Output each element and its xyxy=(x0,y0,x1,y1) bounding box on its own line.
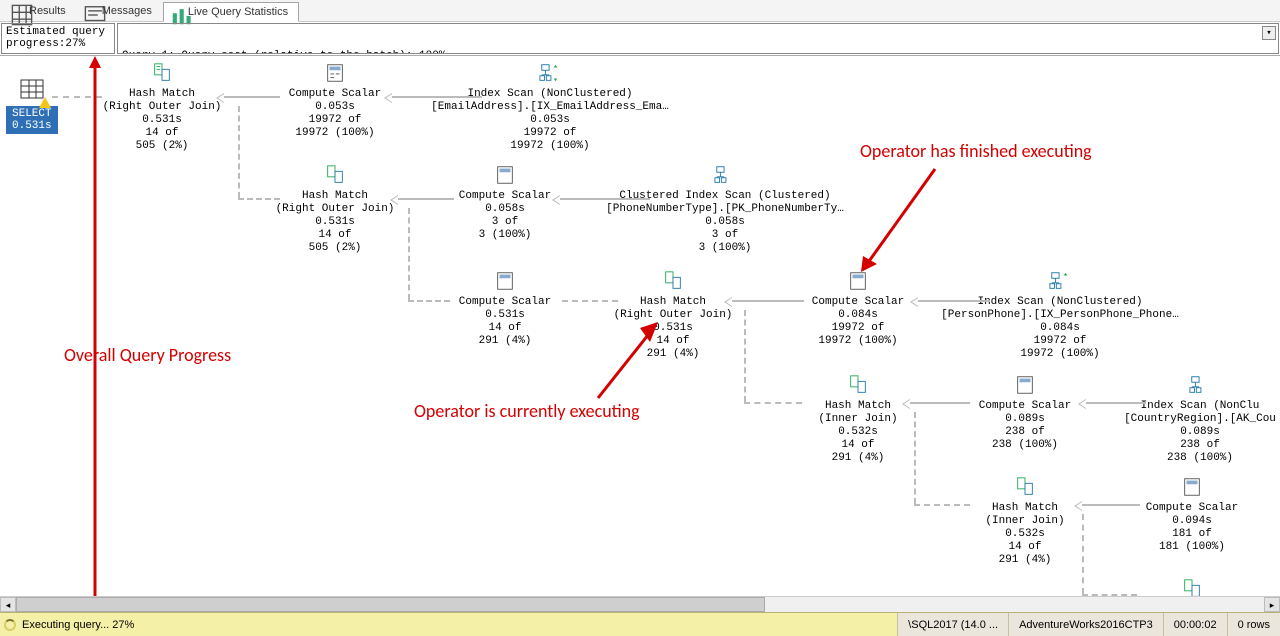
connector xyxy=(744,402,802,404)
connector xyxy=(562,300,618,302)
status-rows: 0 rows xyxy=(1227,613,1280,636)
scroll-thumb[interactable] xyxy=(16,597,765,612)
op-compute-scalar-5[interactable]: Compute Scalar0.089s238 of238 (100%) xyxy=(935,374,1115,452)
connector xyxy=(392,96,482,98)
compute-scalar-icon xyxy=(494,164,516,186)
index-scan-icon xyxy=(1189,374,1211,396)
query-text-box: Query 1: Query cost (relative to the bat… xyxy=(117,23,1279,54)
status-server: \SQL2017 (14.0 ... xyxy=(897,613,1008,636)
op-index-scan-2[interactable]: Index Scan (NonClustered)[PersonPhone].[… xyxy=(940,270,1180,361)
clustered-index-scan-icon xyxy=(714,164,736,186)
connector xyxy=(560,198,650,200)
compute-scalar-icon xyxy=(494,270,516,292)
tab-bar: Results Messages Live Query Statistics xyxy=(0,0,1280,22)
annotation-arrow-finished xyxy=(855,164,945,274)
op-index-scan-3[interactable]: Index Scan (NonClu[CountryRegion].[AK_Co… xyxy=(1110,374,1280,465)
op-index-scan-1[interactable]: Index Scan (NonClustered)[EmailAddress].… xyxy=(430,62,670,153)
compute-scalar-icon xyxy=(1014,374,1036,396)
connector xyxy=(408,208,410,300)
connector xyxy=(1086,402,1146,404)
hash-match-icon xyxy=(151,62,173,84)
live-stats-icon xyxy=(170,5,184,19)
estimated-progress-box: Estimated query progress:27% xyxy=(1,23,115,54)
connector xyxy=(408,300,450,302)
connector xyxy=(910,402,970,404)
connector xyxy=(914,412,916,504)
hash-match-icon xyxy=(662,270,684,292)
horizontal-scrollbar[interactable]: ◂ ▸ xyxy=(0,596,1280,612)
annotation-arrow-overall xyxy=(85,56,105,611)
index-scan-icon xyxy=(1049,270,1071,292)
connector xyxy=(914,504,970,506)
index-scan-icon xyxy=(539,62,561,84)
scroll-right-button[interactable]: ▸ xyxy=(1264,597,1280,612)
grid-icon xyxy=(11,4,25,18)
op-compute-scalar-3[interactable]: Compute Scalar0.531s14 of291 (4%) xyxy=(415,270,595,348)
op-compute-scalar-4[interactable]: Compute Scalar0.084s19972 of19972 (100%) xyxy=(768,270,948,348)
connector xyxy=(918,300,990,302)
compute-scalar-icon xyxy=(1181,476,1203,498)
tab-label: Results xyxy=(29,5,66,17)
connector xyxy=(1082,504,1140,506)
execution-plan-canvas[interactable]: SELECT0.531s Hash Match(Right Outer Join… xyxy=(0,56,1280,612)
op-hash-match-2[interactable]: Hash Match(Right Outer Join)0.531s14 of5… xyxy=(245,164,425,255)
annotation-arrow-running xyxy=(590,316,670,406)
query-header: Estimated query progress:27% Query 1: Qu… xyxy=(0,22,1280,56)
status-executing: Executing query... 27% xyxy=(0,613,897,636)
status-database: AdventureWorks2016CTP3 xyxy=(1008,613,1163,636)
tab-live-query-statistics[interactable]: Live Query Statistics xyxy=(163,2,299,22)
connector xyxy=(744,310,746,402)
hash-match-icon xyxy=(847,374,869,396)
status-time: 00:00:02 xyxy=(1163,613,1227,636)
compute-scalar-icon xyxy=(324,62,346,84)
status-exec-text: Executing query... 27% xyxy=(22,619,134,631)
connector xyxy=(732,300,804,302)
op-compute-scalar-1[interactable]: Compute Scalar0.053s19972 of19972 (100%) xyxy=(245,62,425,140)
tab-messages[interactable]: Messages xyxy=(77,1,163,21)
tab-label: Live Query Statistics xyxy=(188,6,288,18)
scroll-right-button[interactable]: ▾ xyxy=(1262,26,1276,40)
connector xyxy=(238,106,240,198)
op-compute-scalar-2[interactable]: Compute Scalar0.058s3 of3 (100%) xyxy=(415,164,595,242)
hash-match-icon xyxy=(1014,476,1036,498)
query-cost-line: Query 1: Query cost (relative to the bat… xyxy=(122,50,1274,54)
annotation-finished: Operator has finished executing xyxy=(860,140,1092,162)
tab-label: Messages xyxy=(102,5,152,17)
select-node[interactable]: SELECT0.531s xyxy=(6,78,58,134)
warning-icon xyxy=(39,97,51,108)
op-hash-match-5[interactable]: Hash Match(Inner Join)0.532s14 of291 (4%… xyxy=(935,476,1115,567)
status-bar: Executing query... 27% \SQL2017 (14.0 ..… xyxy=(0,612,1280,636)
spinner-icon xyxy=(4,619,16,631)
connector xyxy=(398,198,454,200)
op-hash-match-4[interactable]: Hash Match(Inner Join)0.532s14 of291 (4%… xyxy=(768,374,948,465)
hash-match-icon xyxy=(324,164,346,186)
messages-icon xyxy=(84,4,98,18)
connector xyxy=(224,96,280,98)
connector xyxy=(238,198,280,200)
scroll-track[interactable] xyxy=(16,597,1264,612)
op-compute-scalar-6[interactable]: Compute Scalar0.094s181 of181 (100%) xyxy=(1102,476,1280,554)
select-label: SELECT0.531s xyxy=(6,106,58,134)
op-clustered-index-scan[interactable]: Clustered Index Scan (Clustered)[PhoneNu… xyxy=(600,164,850,255)
table-icon xyxy=(19,78,45,104)
connector xyxy=(1082,514,1084,594)
tab-results[interactable]: Results xyxy=(4,1,77,21)
scroll-left-button[interactable]: ◂ xyxy=(0,597,16,612)
